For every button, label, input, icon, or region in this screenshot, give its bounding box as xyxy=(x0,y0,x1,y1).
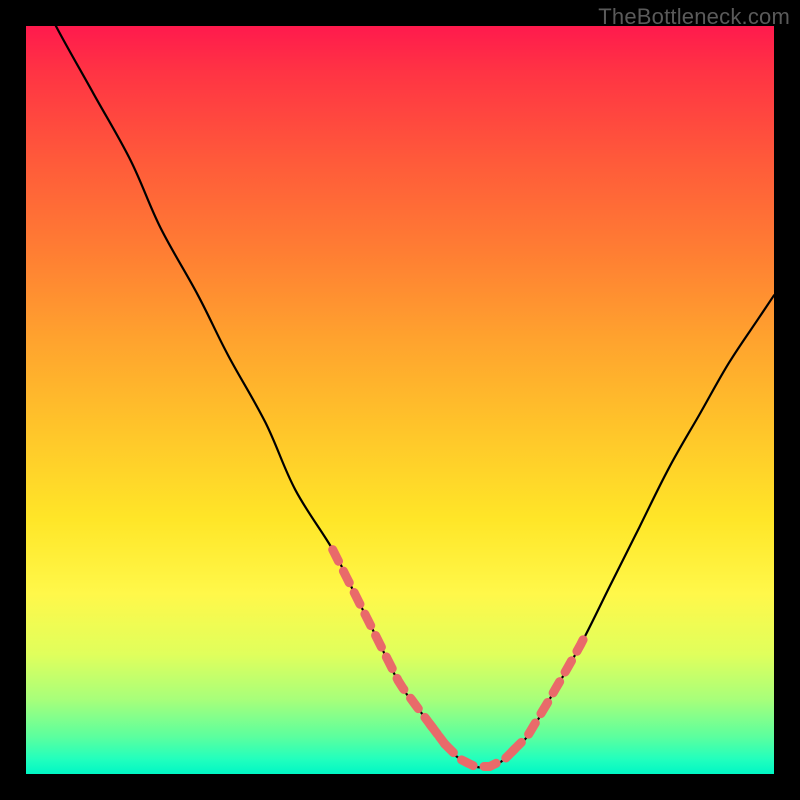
dash-segment-floor xyxy=(430,724,520,766)
chart-svg xyxy=(26,26,774,774)
watermark-label: TheBottleneck.com xyxy=(598,4,790,30)
dash-segment-right xyxy=(512,632,587,752)
chart-frame: TheBottleneck.com xyxy=(0,0,800,800)
dash-segment-left xyxy=(333,550,445,745)
chart-plot-area xyxy=(26,26,774,774)
bottleneck-curve-path xyxy=(26,0,774,768)
